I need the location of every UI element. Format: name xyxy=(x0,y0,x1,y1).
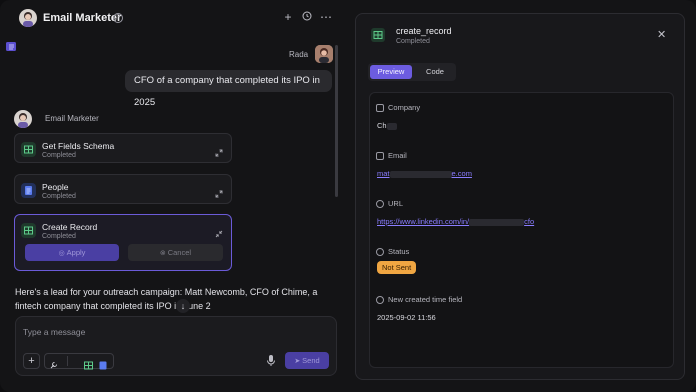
url-prefix: https://www.linkedin.com/in/ xyxy=(377,217,470,226)
tool-card-status: Completed xyxy=(42,152,76,159)
table-icon xyxy=(21,142,36,157)
collapse-icon[interactable] xyxy=(215,225,223,238)
url-label-text: URL xyxy=(388,199,404,208)
tools-icon xyxy=(49,357,58,375)
app-window: Email Marketer ? + ⋯ Rada CFO of a compa… xyxy=(0,0,696,392)
message-input[interactable]: Type a message xyxy=(23,327,85,337)
panel-status: Completed xyxy=(396,38,430,45)
link-icon xyxy=(376,199,384,208)
sidebar-toggle-icon[interactable] xyxy=(6,38,16,51)
table-icon xyxy=(371,28,385,42)
user-message: CFO of a company that completed its IPO … xyxy=(125,70,332,108)
record-preview: Company Ch Email mat e.com URL https://ww… xyxy=(369,92,674,368)
email-link[interactable]: mat e.com xyxy=(377,169,472,178)
tool-card-status: Completed xyxy=(42,193,76,200)
agent-message-name: Email Marketer xyxy=(45,114,99,123)
redacted-text xyxy=(389,170,452,178)
email-suffix: e.com xyxy=(451,169,472,178)
view-tabs: Preview Code xyxy=(368,63,456,81)
tool-card-title: Create Record xyxy=(42,222,98,232)
tool-card-title: People xyxy=(42,182,69,192)
microphone-icon[interactable] xyxy=(266,354,276,367)
company-value-text: Ch xyxy=(377,121,387,130)
agent-avatar xyxy=(19,9,37,27)
apply-button[interactable]: ◎ Apply xyxy=(25,244,119,261)
tab-preview[interactable]: Preview xyxy=(370,65,412,79)
mail-icon xyxy=(376,151,384,160)
add-attachment-icon[interactable]: + xyxy=(23,353,40,369)
x-circle-icon: ⊗ xyxy=(159,250,168,257)
send-button-label: Send xyxy=(302,356,320,365)
agent-message-avatar xyxy=(14,110,32,128)
agent-title: Email Marketer xyxy=(43,12,122,24)
expand-icon[interactable] xyxy=(215,185,223,198)
expand-icon[interactable] xyxy=(215,144,223,157)
tool-card-get-fields-schema[interactable]: Get Fields Schema Completed xyxy=(14,133,232,163)
company-value: Ch xyxy=(377,121,397,130)
url-link[interactable]: https://www.linkedin.com/in/cfo xyxy=(377,217,534,226)
chat-header: Email Marketer ? + ⋯ xyxy=(0,0,350,36)
user-name: Rada xyxy=(289,50,309,59)
table-icon xyxy=(21,223,36,238)
tool-card-people[interactable]: People Completed xyxy=(14,174,232,204)
plus-icon[interactable]: + xyxy=(281,10,295,24)
created-field-label: New created time field xyxy=(376,295,462,304)
status-icon xyxy=(376,247,384,256)
apply-button-label: Apply xyxy=(66,248,86,257)
agent-reply: Here's a lead for your outreach campaign… xyxy=(15,287,318,311)
tab-code[interactable]: Code xyxy=(418,65,452,79)
more-icon[interactable]: ⋯ xyxy=(319,10,333,24)
url-suffix: cfo xyxy=(524,217,535,226)
help-icon[interactable]: ? xyxy=(113,13,123,23)
panel-title: create_record xyxy=(396,26,452,36)
company-field-label: Company xyxy=(376,103,420,112)
tools-selector[interactable] xyxy=(44,353,114,370)
divider xyxy=(67,356,68,366)
document-icon xyxy=(99,357,107,375)
company-label-text: Company xyxy=(388,103,421,112)
history-icon[interactable] xyxy=(300,10,314,24)
tool-card-title: Get Fields Schema xyxy=(42,141,115,151)
chat-scrollbar[interactable] xyxy=(335,45,338,197)
send-icon: ➤ xyxy=(294,358,303,365)
tool-card-status: Completed xyxy=(42,233,76,240)
document-icon xyxy=(21,183,36,198)
user-avatar xyxy=(315,45,333,63)
created-value: 2025-09-02 11:56 xyxy=(377,313,436,322)
email-label-text: Email xyxy=(388,151,407,160)
email-field-label: Email xyxy=(376,151,407,160)
status-label-text: Status xyxy=(388,247,410,256)
message-composer: Type a message + ➤ Send xyxy=(15,316,337,376)
redacted-text xyxy=(386,122,397,130)
close-icon[interactable]: ✕ xyxy=(657,28,666,41)
redacted-text xyxy=(469,218,525,226)
status-field-label: Status xyxy=(376,247,409,256)
created-label-text: New created time field xyxy=(388,295,463,304)
clock-icon xyxy=(376,295,384,304)
url-field-label: URL xyxy=(376,199,403,208)
status-badge: Not Sent xyxy=(377,261,417,274)
cancel-button-label: Cancel xyxy=(167,248,192,257)
tool-card-create-record[interactable]: Create Record Completed ◎ Apply ⊗ Cancel xyxy=(14,214,232,271)
cancel-button[interactable]: ⊗ Cancel xyxy=(128,244,223,261)
scroll-down-icon[interactable]: ↓ xyxy=(176,299,190,313)
record-panel: create_record Completed ✕ Preview Code C… xyxy=(355,13,685,380)
check-circle-icon: ◎ xyxy=(58,250,67,257)
send-button[interactable]: ➤ Send xyxy=(285,352,329,369)
email-prefix: mat xyxy=(377,169,390,178)
table-icon xyxy=(84,357,93,375)
building-icon xyxy=(376,103,384,112)
